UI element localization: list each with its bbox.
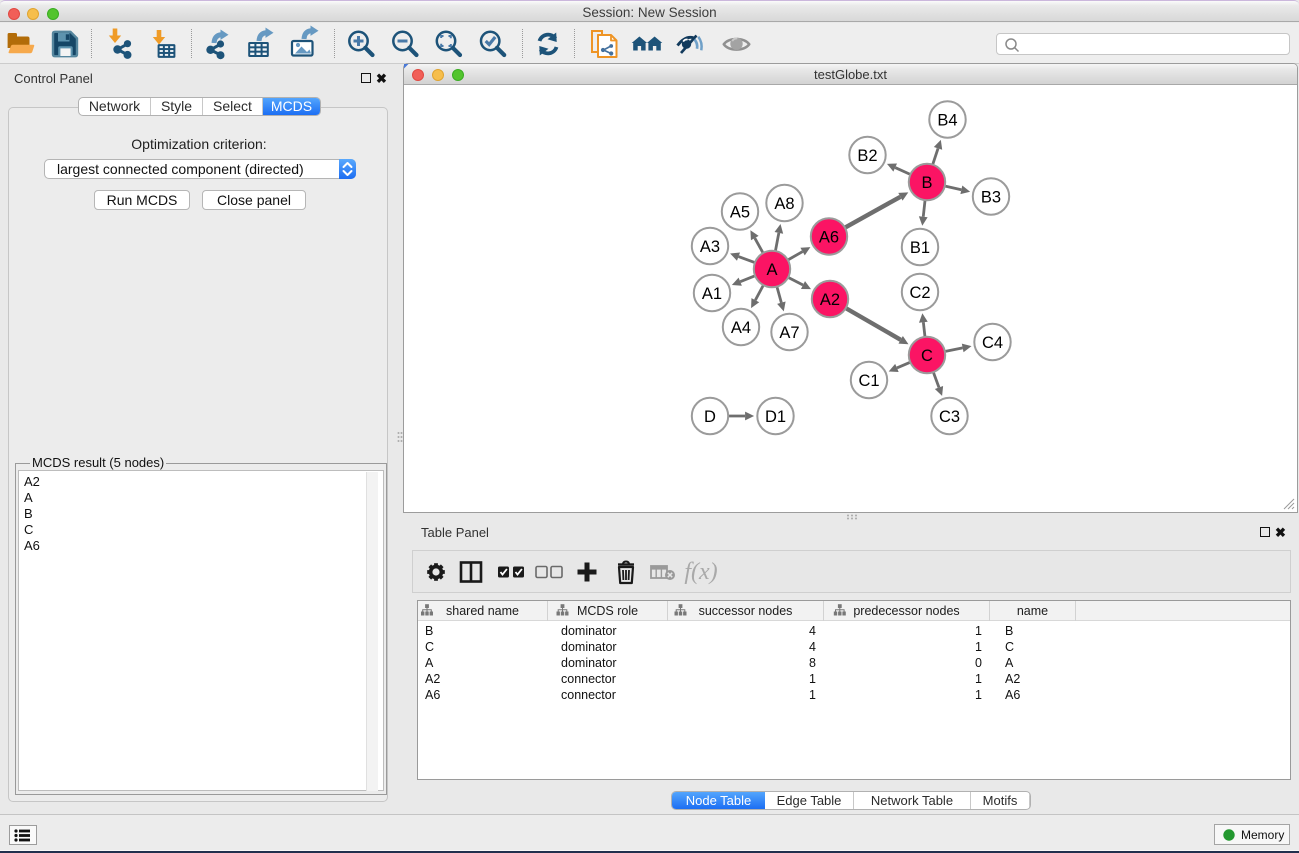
svg-text:A2: A2	[820, 291, 840, 309]
svg-text:f(x): f(x)	[684, 559, 717, 585]
svg-text:A3: A3	[700, 238, 720, 256]
svg-text:A5: A5	[730, 203, 750, 221]
svg-text:A8: A8	[774, 195, 794, 213]
svg-text:D: D	[704, 408, 716, 426]
svg-text:B4: B4	[937, 111, 957, 129]
svg-text:C3: C3	[939, 408, 960, 426]
svg-text:C: C	[921, 347, 933, 365]
svg-text:C1: C1	[858, 372, 879, 390]
svg-text:A: A	[766, 261, 777, 279]
svg-text:A7: A7	[779, 324, 799, 342]
svg-text:D1: D1	[765, 408, 786, 426]
svg-text:A6: A6	[819, 228, 839, 246]
svg-text:C2: C2	[909, 284, 930, 302]
svg-text:C4: C4	[982, 334, 1003, 352]
svg-text:B3: B3	[981, 188, 1001, 206]
svg-text:B: B	[921, 174, 932, 192]
svg-text:A1: A1	[702, 285, 722, 303]
svg-text:B1: B1	[910, 239, 930, 257]
svg-text:A4: A4	[731, 319, 751, 337]
svg-text:B2: B2	[857, 147, 877, 165]
